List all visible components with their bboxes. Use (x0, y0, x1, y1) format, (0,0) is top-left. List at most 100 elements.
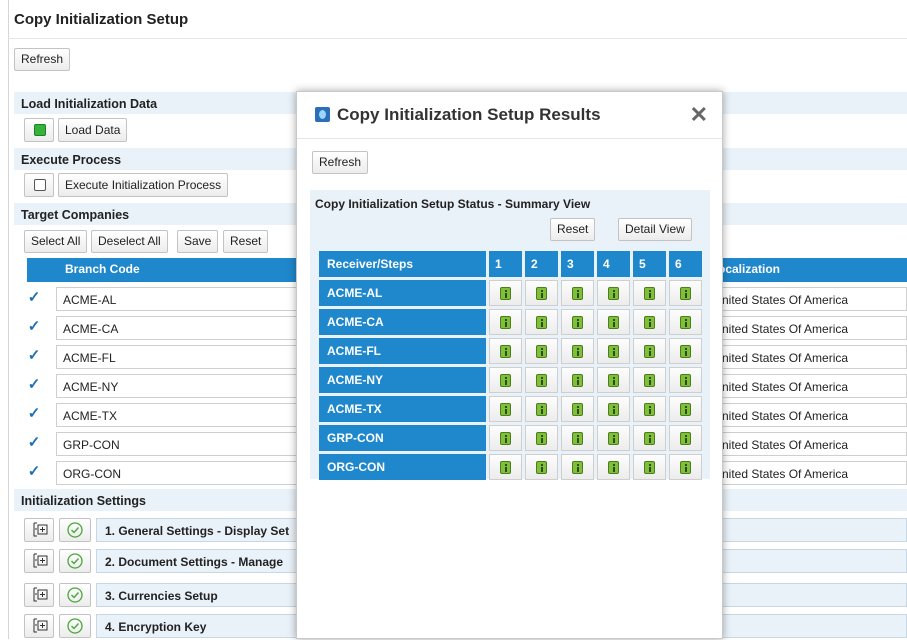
branch-code-cell[interactable]: ACME-NY (56, 374, 300, 398)
app-logo-icon (315, 107, 330, 122)
branch-code-cell[interactable]: ACME-FL (56, 345, 300, 369)
localization-cell[interactable]: nited States Of America (713, 432, 907, 456)
receiver-row: GRP-CON (319, 425, 702, 451)
localization-cell[interactable]: nited States Of America (713, 461, 907, 485)
step-status-cell[interactable] (489, 280, 522, 306)
step-status-cell[interactable] (489, 454, 522, 480)
select-all-button[interactable]: Select All (24, 230, 88, 253)
expand-button[interactable] (24, 614, 54, 638)
step-status-cell[interactable] (489, 367, 522, 393)
row-checkbox[interactable]: ✓ (27, 406, 41, 421)
expand-button[interactable] (24, 583, 54, 607)
branch-code-cell[interactable]: ACME-CA (56, 316, 300, 340)
step-status-cell[interactable] (489, 338, 522, 364)
step-status-cell[interactable] (669, 309, 702, 335)
branch-code-cell[interactable]: ACME-AL (56, 287, 300, 311)
complete-status-button[interactable] (59, 614, 91, 638)
detail-view-button[interactable]: Detail View (618, 218, 692, 241)
refresh-button[interactable]: Refresh (14, 48, 71, 71)
branch-code-cell[interactable]: ORG-CON (56, 461, 300, 485)
step-status-cell[interactable] (597, 280, 630, 306)
step-status-cell[interactable] (597, 367, 630, 393)
step-status-cell[interactable] (633, 280, 666, 306)
step-status-cell[interactable] (597, 396, 630, 422)
step-status-cell[interactable] (633, 309, 666, 335)
step-status-cell[interactable] (669, 367, 702, 393)
step-status-cell[interactable] (525, 309, 558, 335)
step-status-cell[interactable] (525, 454, 558, 480)
step-status-cell[interactable] (525, 338, 558, 364)
row-checkbox[interactable]: ✓ (27, 290, 41, 305)
step-status-cell[interactable] (561, 396, 594, 422)
localization-cell[interactable]: nited States Of America (713, 374, 907, 398)
step-status-cell[interactable] (525, 367, 558, 393)
step-status-cell[interactable] (489, 309, 522, 335)
load-data-button[interactable]: Load Data (58, 118, 128, 142)
step-status-cell[interactable] (669, 454, 702, 480)
step-status-cell[interactable] (633, 367, 666, 393)
info-icon (680, 374, 691, 388)
expand-button[interactable] (24, 518, 54, 542)
step-status-cell[interactable] (561, 280, 594, 306)
step-status-cell[interactable] (489, 425, 522, 451)
branch-code-cell[interactable]: ACME-TX (56, 403, 300, 427)
step-status-cell[interactable] (597, 338, 630, 364)
step-status-cell[interactable] (669, 396, 702, 422)
dialog-refresh-button[interactable]: Refresh (312, 151, 369, 174)
expand-button[interactable] (24, 549, 54, 573)
dialog-reset-button[interactable]: Reset (550, 218, 596, 241)
step-status-cell[interactable] (633, 396, 666, 422)
load-status-button[interactable] (24, 118, 54, 142)
info-icon (500, 316, 511, 330)
complete-status-button[interactable] (59, 583, 91, 607)
step-status-cell[interactable] (525, 425, 558, 451)
info-icon (572, 374, 583, 388)
step-status-cell[interactable] (561, 309, 594, 335)
step-status-cell[interactable] (525, 280, 558, 306)
step-status-cell[interactable] (561, 338, 594, 364)
row-checkbox[interactable]: ✓ (27, 377, 41, 392)
column-header-localization[interactable]: ocalization (718, 262, 780, 276)
step-status-cell[interactable] (561, 425, 594, 451)
step-status-cell[interactable] (669, 280, 702, 306)
info-icon (536, 461, 547, 475)
complete-status-button[interactable] (59, 518, 91, 542)
step-status-cell[interactable] (669, 338, 702, 364)
step-status-cell[interactable] (489, 396, 522, 422)
step-status-cell[interactable] (633, 425, 666, 451)
step-status-cell[interactable] (597, 425, 630, 451)
info-icon (536, 287, 547, 301)
complete-status-button[interactable] (59, 549, 91, 573)
step-status-cell[interactable] (633, 338, 666, 364)
localization-cell[interactable]: nited States Of America (713, 345, 907, 369)
execute-status-button[interactable] (24, 173, 54, 197)
localization-cell[interactable]: nited States Of America (713, 287, 907, 311)
branch-code-cell[interactable]: GRP-CON (56, 432, 300, 456)
step-status-cell[interactable] (597, 454, 630, 480)
status-empty-icon (34, 179, 46, 191)
row-checkbox[interactable]: ✓ (27, 319, 41, 334)
info-icon (608, 316, 619, 330)
close-icon[interactable]: ✕ (690, 102, 708, 128)
row-checkbox[interactable]: ✓ (27, 348, 41, 363)
results-dialog: Copy Initialization Setup Results ✕ Refr… (296, 91, 723, 639)
column-header-branch-code[interactable]: Branch Code (65, 262, 140, 276)
expand-tree-icon (33, 553, 48, 568)
expand-tree-icon (33, 522, 48, 537)
step-status-cell[interactable] (597, 309, 630, 335)
step-status-cell[interactable] (669, 425, 702, 451)
reset-button[interactable]: Reset (223, 230, 269, 253)
step-status-cell[interactable] (633, 454, 666, 480)
localization-cell[interactable]: nited States Of America (713, 403, 907, 427)
save-button[interactable]: Save (177, 230, 219, 253)
row-checkbox[interactable]: ✓ (27, 464, 41, 479)
row-checkbox[interactable]: ✓ (27, 435, 41, 450)
step-status-cell[interactable] (561, 367, 594, 393)
localization-cell[interactable]: nited States Of America (713, 316, 907, 340)
info-icon (608, 287, 619, 301)
step-status-cell[interactable] (525, 396, 558, 422)
execute-process-button[interactable]: Execute Initialization Process (58, 173, 229, 197)
info-icon (536, 345, 547, 359)
step-status-cell[interactable] (561, 454, 594, 480)
deselect-all-button[interactable]: Deselect All (91, 230, 168, 253)
